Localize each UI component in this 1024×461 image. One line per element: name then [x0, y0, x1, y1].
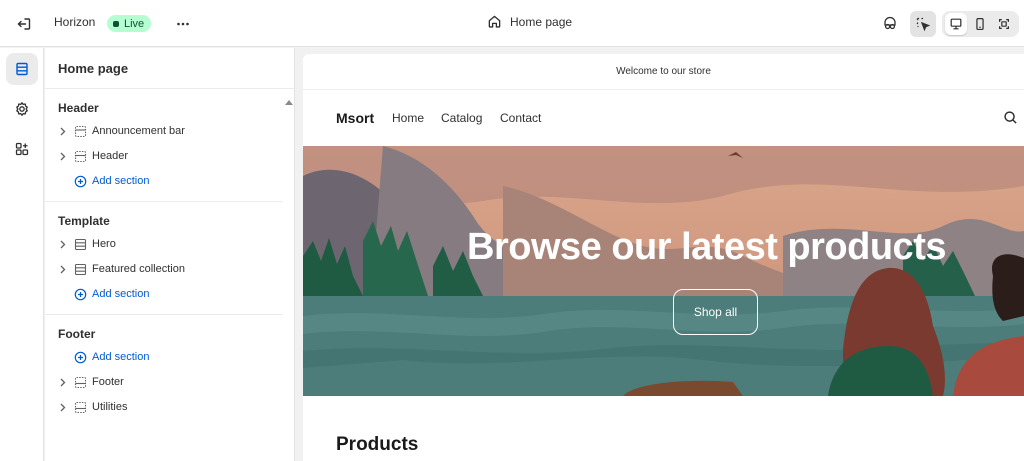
- section-label: Featured collection: [92, 263, 185, 275]
- plus-circle-icon: [74, 288, 87, 300]
- page-selector[interactable]: Home page: [487, 14, 572, 29]
- mobile-icon: [976, 17, 984, 31]
- announcement-bar-icon: [74, 125, 87, 138]
- section-item-announcement-bar[interactable]: Announcement bar: [58, 121, 185, 141]
- plus-circle-icon: [74, 175, 87, 187]
- more-actions-button[interactable]: [171, 12, 195, 36]
- chevron-right-icon[interactable]: [58, 403, 68, 412]
- store-preview: Welcome to our store Msort Home Catalog …: [303, 54, 1024, 461]
- nav-link-contact[interactable]: Contact: [500, 111, 541, 125]
- hero-heading: Browse our latest products: [467, 226, 946, 268]
- footer-section-icon: [74, 376, 87, 389]
- section-label: Utilities: [92, 401, 128, 413]
- add-section-label: Add section: [92, 288, 150, 300]
- plus-circle-icon: [74, 351, 87, 363]
- section-item-utilities[interactable]: Utilities: [58, 397, 127, 417]
- hero-section[interactable]: Browse our latest products Shop all: [303, 146, 1024, 396]
- home-icon: [488, 15, 501, 28]
- page-selector-label: Home page: [510, 14, 573, 29]
- add-section-label: Add section: [92, 175, 150, 187]
- desktop-view-button[interactable]: [945, 13, 967, 35]
- group-divider: [45, 201, 283, 202]
- add-section-template[interactable]: Add section: [74, 284, 149, 304]
- fullscreen-icon: [999, 19, 1009, 29]
- section-icon: [74, 238, 87, 251]
- template-group-title: Template: [58, 214, 110, 228]
- announcement-text: Welcome to our store: [616, 66, 711, 77]
- live-status-badge: Live: [107, 15, 152, 32]
- store-logo[interactable]: Msort: [336, 110, 374, 126]
- announcement-bar[interactable]: Welcome to our store: [303, 54, 1024, 90]
- caret-up-icon: [285, 100, 293, 105]
- footer-section-icon: [74, 401, 87, 414]
- add-section-label: Add section: [92, 351, 150, 363]
- select-element-icon: [916, 17, 931, 32]
- editor-topbar: Horizon Live Home page: [0, 0, 1024, 47]
- nav-link-home[interactable]: Home: [392, 111, 424, 125]
- chevron-right-icon[interactable]: [58, 127, 68, 136]
- section-item-header[interactable]: Header: [58, 146, 128, 166]
- select-element-button[interactable]: [910, 11, 936, 37]
- store-header[interactable]: Msort Home Catalog Contact: [303, 91, 1024, 146]
- exit-button[interactable]: [12, 12, 36, 36]
- more-horizontal-icon: [177, 22, 189, 26]
- mobile-view-button[interactable]: [969, 13, 991, 35]
- exit-icon: [17, 18, 31, 30]
- panel-divider: [45, 88, 295, 89]
- chevron-right-icon[interactable]: [58, 240, 68, 249]
- chevron-right-icon[interactable]: [58, 152, 68, 161]
- section-item-featured-collection[interactable]: Featured collection: [58, 259, 185, 279]
- theme-name: Horizon: [54, 15, 96, 29]
- sections-panel: Home page Header Announcement bar Header…: [45, 48, 295, 461]
- device-preview-toggle: [942, 11, 1019, 37]
- shop-all-button[interactable]: Shop all: [673, 289, 758, 335]
- gear-icon: [16, 102, 28, 116]
- footer-group-title: Footer: [58, 327, 96, 341]
- section-icon: [74, 263, 87, 276]
- chevron-right-icon[interactable]: [58, 265, 68, 274]
- add-section-header[interactable]: Add section: [74, 171, 149, 191]
- fullscreen-view-button[interactable]: [993, 13, 1015, 35]
- hero-illustration: [303, 146, 1024, 396]
- editor-rail: [0, 48, 44, 461]
- sections-icon: [16, 62, 28, 76]
- panel-title: Home page: [58, 61, 129, 76]
- chevron-right-icon[interactable]: [58, 378, 68, 387]
- section-label: Header: [92, 150, 129, 162]
- live-dot-icon: [113, 20, 119, 27]
- section-item-footer[interactable]: Footer: [58, 372, 124, 392]
- apps-icon: [15, 142, 29, 156]
- header-group-title: Header: [58, 101, 99, 115]
- scroll-up-arrow[interactable]: [285, 92, 293, 110]
- live-label: Live: [124, 17, 145, 30]
- header-section-icon: [74, 150, 87, 163]
- inspector-icon: [884, 16, 896, 30]
- inspector-button[interactable]: [878, 12, 902, 36]
- sections-nav-button[interactable]: [6, 53, 38, 85]
- apps-nav-button[interactable]: [6, 133, 38, 165]
- section-label: Hero: [92, 238, 116, 250]
- nav-link-catalog[interactable]: Catalog: [441, 111, 482, 125]
- theme-settings-nav-button[interactable]: [6, 93, 38, 125]
- section-label: Announcement bar: [92, 125, 185, 137]
- group-divider: [45, 314, 283, 315]
- store-search-button[interactable]: [1003, 110, 1018, 130]
- desktop-icon: [950, 18, 962, 30]
- section-label: Footer: [92, 376, 124, 388]
- search-icon: [1004, 111, 1017, 124]
- add-section-footer[interactable]: Add section: [74, 347, 149, 367]
- section-item-hero[interactable]: Hero: [58, 234, 116, 254]
- featured-products-title: Products: [336, 434, 419, 455]
